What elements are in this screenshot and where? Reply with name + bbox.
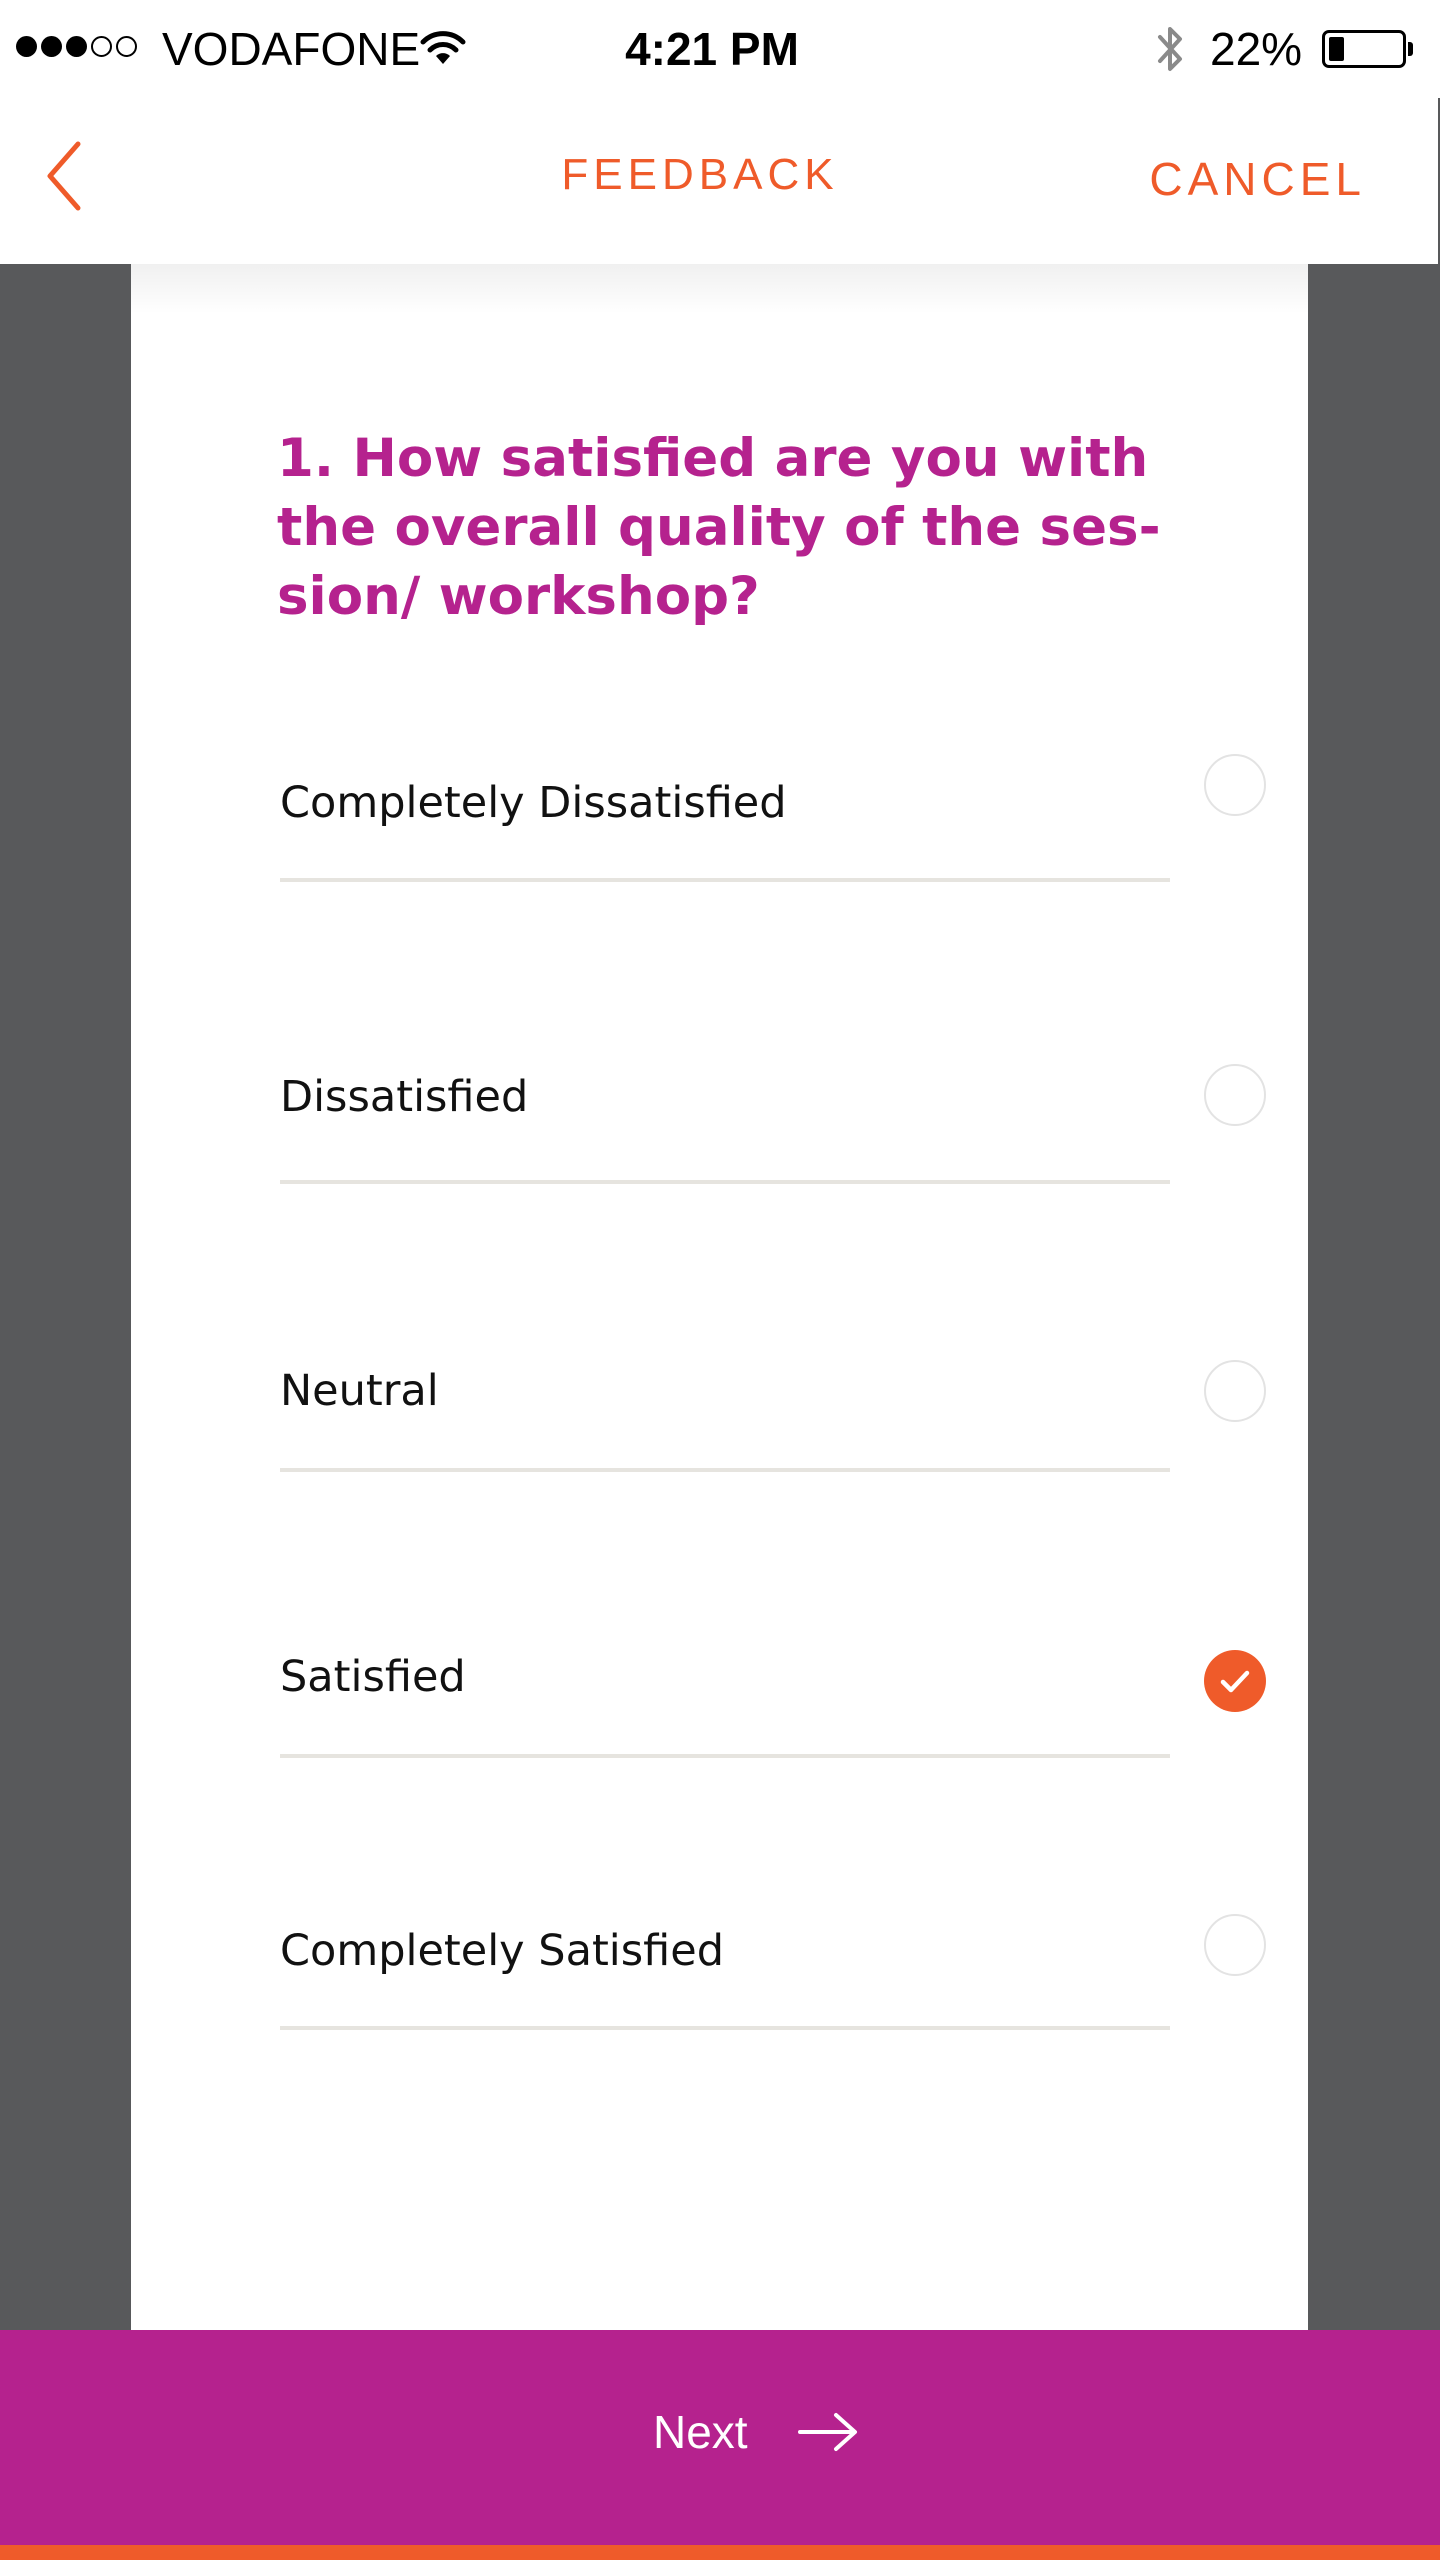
battery-percent: 22%	[1210, 23, 1303, 75]
question-line: sion/ workshop?	[277, 566, 760, 627]
radio-unchecked-icon[interactable]	[1204, 1064, 1266, 1126]
bluetooth-icon	[1152, 22, 1188, 80]
status-bar: VODAFONE 4:21 PM 22%	[0, 0, 1440, 98]
option-label: Completely Satisfied	[280, 1926, 724, 1976]
bottom-accent-strip	[0, 2545, 1440, 2560]
checkmark-icon	[1220, 1670, 1250, 1693]
option-neutral[interactable]: Neutral	[280, 1360, 1266, 1496]
option-completely-satisfied[interactable]: Completely Satisfied	[280, 1914, 1266, 2056]
option-divider	[280, 2026, 1170, 2030]
option-dissatisfied[interactable]: Dissatisfied	[280, 1064, 1266, 1202]
option-divider	[280, 1468, 1170, 1472]
question-line: the overall quality of the ses-	[277, 497, 1161, 558]
battery-fill	[1329, 37, 1344, 61]
option-divider	[280, 1180, 1170, 1184]
option-label: Satisfied	[280, 1652, 466, 1702]
radio-checked-icon[interactable]	[1204, 1650, 1266, 1712]
option-divider	[280, 878, 1170, 882]
nav-bar: FEEDBACK CANCEL	[0, 98, 1438, 264]
option-label: Completely Dissatisfied	[280, 778, 787, 828]
radio-unchecked-icon[interactable]	[1204, 1360, 1266, 1422]
card-top-shadow	[131, 264, 1308, 314]
option-label: Neutral	[280, 1366, 439, 1416]
battery-nub	[1408, 42, 1413, 56]
next-label: Next	[653, 2406, 748, 2458]
cancel-button[interactable]: CANCEL	[1149, 152, 1366, 206]
option-divider	[280, 1754, 1170, 1758]
battery-icon	[1322, 30, 1413, 68]
question-card: 1. How satisfied are you with the overal…	[131, 264, 1308, 2330]
next-button[interactable]: Next	[0, 2330, 1440, 2545]
question-line: 1. How satisfied are you with	[277, 428, 1149, 489]
option-label: Dissatisfied	[280, 1072, 529, 1122]
option-satisfied[interactable]: Satisfied	[280, 1650, 1266, 1782]
radio-unchecked-icon[interactable]	[1204, 1914, 1266, 1976]
arrow-right-icon	[796, 2410, 860, 2458]
radio-unchecked-icon[interactable]	[1204, 754, 1266, 816]
option-completely-dissatisfied[interactable]: Completely Dissatisfied	[280, 754, 1266, 884]
question-text: 1. How satisfied are you with the overal…	[277, 424, 1177, 631]
